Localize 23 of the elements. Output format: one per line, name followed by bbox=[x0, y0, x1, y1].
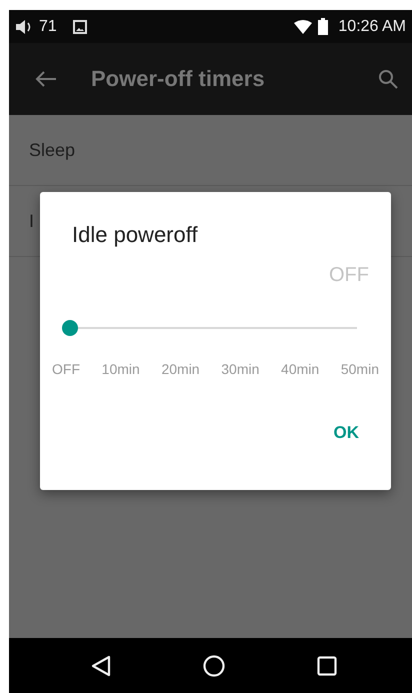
tick-label: 10min bbox=[102, 361, 140, 377]
ok-button[interactable]: OK bbox=[324, 417, 369, 449]
tick-label: OFF bbox=[52, 361, 80, 377]
tick-label: 50min bbox=[340, 361, 379, 377]
back-icon[interactable] bbox=[90, 654, 110, 676]
home-icon[interactable] bbox=[202, 654, 224, 676]
wifi-icon bbox=[294, 20, 312, 34]
tick-label: 20min bbox=[161, 361, 200, 377]
image-icon bbox=[72, 20, 87, 34]
recents-icon[interactable] bbox=[316, 656, 336, 676]
page-title: Power-off timers bbox=[91, 66, 266, 92]
speaker-icon bbox=[15, 18, 33, 34]
dialog-title: Idle poweroff bbox=[71, 222, 199, 248]
value-reading: OFF bbox=[329, 264, 369, 287]
tick-label: 30min bbox=[221, 361, 260, 377]
slider-thumb[interactable] bbox=[62, 320, 78, 336]
clock-time: 10:26 AM bbox=[338, 18, 406, 36]
back-arrow-icon[interactable] bbox=[35, 70, 57, 88]
settings-item[interactable]: Sleep bbox=[9, 115, 412, 186]
battery-icon bbox=[318, 18, 328, 35]
tick-label: 40min bbox=[281, 361, 320, 377]
volume-level: 71 bbox=[39, 18, 57, 36]
search-icon[interactable] bbox=[378, 69, 398, 89]
